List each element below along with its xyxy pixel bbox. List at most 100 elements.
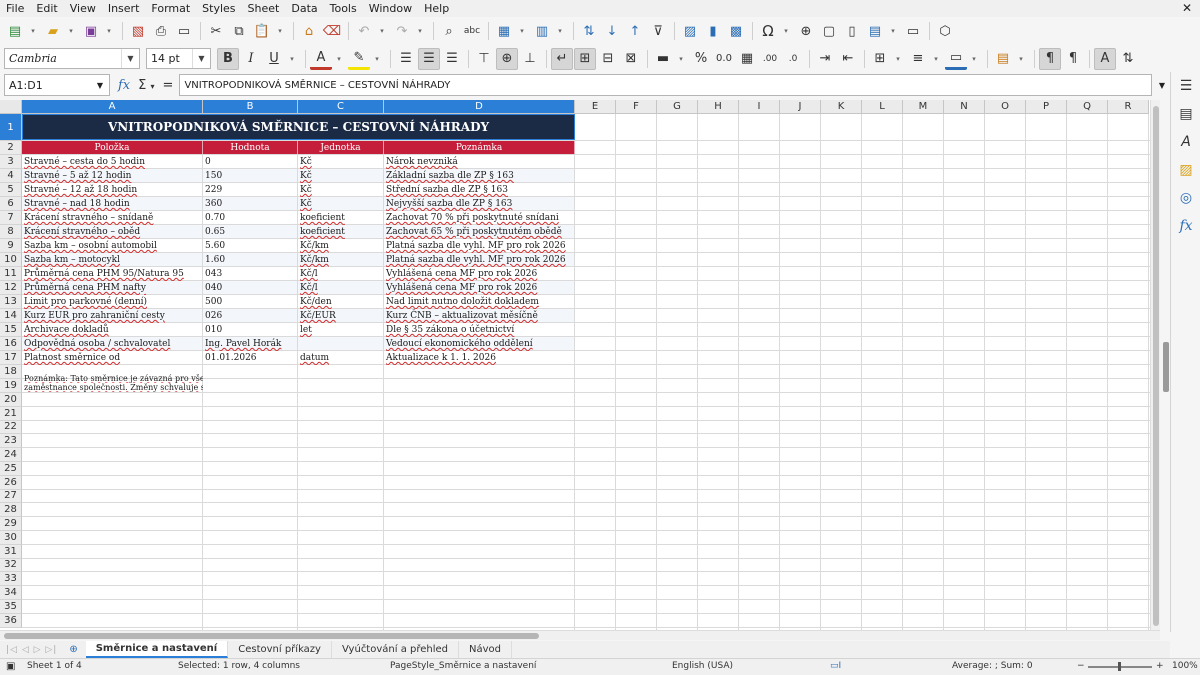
column-header[interactable]: M [903, 100, 944, 114]
font-color-dropdown-icon[interactable]: ▾ [333, 48, 345, 70]
table-cell[interactable]: Průměrná cena PHM 95/Natura 95 [22, 267, 203, 281]
redo-dropdown-icon[interactable]: ▾ [414, 20, 426, 42]
row-header[interactable]: 13 [0, 295, 22, 309]
chevron-down-icon[interactable]: ▼ [192, 49, 210, 68]
table-header-cell[interactable]: Jednotka [298, 141, 384, 154]
table-cell[interactable]: Krácení stravného – snídaně [22, 211, 203, 225]
sheet-tab[interactable]: Cestovní příkazy [228, 641, 332, 658]
menu-file[interactable]: File [0, 0, 30, 17]
row-header[interactable]: 12 [0, 281, 22, 295]
menu-tools[interactable]: Tools [324, 0, 363, 17]
underline-icon[interactable]: U [263, 48, 285, 70]
row-header[interactable]: 28 [0, 503, 22, 518]
table-cell[interactable]: Kč/den [298, 295, 384, 309]
row-header[interactable]: 3 [0, 155, 22, 169]
menu-help[interactable]: Help [418, 0, 455, 17]
table-cell[interactable]: koeficient [298, 225, 384, 239]
functions-icon[interactable]: fx [1171, 212, 1200, 240]
table-cell[interactable]: Nejvyšší sazba dle ZP § 163 [384, 197, 575, 211]
text-vertical-icon[interactable]: A [1094, 47, 1116, 70]
row-icon[interactable]: ▦ [493, 20, 515, 42]
row-header[interactable]: 1 [0, 114, 22, 141]
print-icon[interactable]: ⎙ [150, 20, 172, 42]
table-cell[interactable]: 0.70 [203, 211, 298, 225]
underline-dropdown-icon[interactable]: ▾ [286, 48, 298, 70]
cut-icon[interactable]: ✂ [205, 20, 227, 42]
table-cell[interactable]: Kč/l [298, 281, 384, 295]
table-cell[interactable]: Stravné – cesta do 5 hodin [22, 155, 203, 169]
column-header[interactable]: E [575, 100, 616, 114]
align-middle-icon[interactable]: ⊕ [496, 47, 518, 70]
menu-window[interactable]: Window [363, 0, 418, 17]
menu-styles[interactable]: Styles [196, 0, 241, 17]
sort-ascending-icon[interactable]: ↓ [601, 20, 623, 42]
row-header[interactable]: 14 [0, 309, 22, 323]
row-header[interactable]: 15 [0, 323, 22, 337]
table-cell[interactable]: 150 [203, 169, 298, 183]
column-header[interactable]: H [698, 100, 739, 114]
row-header[interactable]: 9 [0, 239, 22, 253]
vertical-scroll-thumb[interactable] [1153, 106, 1159, 626]
special-character-dropdown-icon[interactable]: ▾ [780, 20, 792, 42]
table-cell[interactable]: Kč/l [298, 267, 384, 281]
table-cell[interactable]: 0.65 [203, 225, 298, 239]
column-header[interactable]: J [780, 100, 821, 114]
table-cell[interactable]: Archivace dokladů [22, 323, 203, 337]
row-header[interactable]: 7 [0, 211, 22, 225]
column-header[interactable]: R [1108, 100, 1149, 114]
table-cell[interactable]: Kč/km [298, 253, 384, 267]
styles-icon[interactable]: A [1171, 128, 1200, 156]
row-header[interactable]: 18 [0, 365, 22, 379]
table-cell[interactable]: Kurz EUR pro zahraniční cesty [22, 309, 203, 323]
table-cell[interactable]: 040 [203, 281, 298, 295]
border-color-dropdown-icon[interactable]: ▾ [968, 48, 980, 70]
hamburger-menu-icon[interactable]: ☰ [1171, 72, 1200, 100]
table-cell[interactable]: Aktualizace k 1. 1. 2026 [384, 351, 575, 365]
table-cell[interactable]: Platná sazba dle vyhl. MF pro rok 2026 [384, 239, 575, 253]
table-cell[interactable]: Kč [298, 169, 384, 183]
table-cell[interactable]: Nad limit nutno doložit dokladem [384, 295, 575, 309]
font-name-combo[interactable]: Cambria ▼ [4, 48, 140, 69]
highlight-color-icon[interactable]: ✎ [348, 48, 370, 70]
undo-icon[interactable]: ↶ [353, 20, 375, 42]
column-header[interactable]: L [862, 100, 903, 114]
currency-dropdown-icon[interactable]: ▾ [675, 48, 687, 70]
text-horizontal-icon[interactable]: ⇅ [1117, 48, 1139, 70]
table-cell[interactable]: let [298, 323, 384, 337]
borders-dropdown-icon[interactable]: ▾ [892, 48, 904, 70]
menu-view[interactable]: View [64, 0, 102, 17]
menu-sheet[interactable]: Sheet [242, 0, 286, 17]
row-header[interactable]: 26 [0, 475, 22, 490]
sort-icon[interactable]: ⇅ [578, 20, 600, 42]
export-pdf-icon[interactable]: ▧ [127, 20, 149, 42]
table-cell[interactable]: 026 [203, 309, 298, 323]
row-header[interactable]: 17 [0, 351, 22, 365]
border-style-icon[interactable]: ≡ [907, 48, 929, 70]
align-left-icon[interactable]: ☰ [395, 48, 417, 70]
column-icon[interactable]: ▥ [531, 20, 553, 42]
row-header[interactable]: 19 [0, 379, 22, 393]
table-cell[interactable]: Kč/km [298, 239, 384, 253]
table-cell[interactable]: 043 [203, 267, 298, 281]
table-cell[interactable]: Stravné – nad 18 hodin [22, 197, 203, 211]
row-header[interactable]: 16 [0, 337, 22, 351]
note-cell-line[interactable]: zaměstnance společnosti. Změny schvaluje… [22, 382, 203, 392]
column-header[interactable]: Q [1067, 100, 1108, 114]
page-style[interactable]: PageStyle_Směrnice a nastavení [390, 661, 536, 671]
table-cell[interactable]: Sazba km – osobní automobil [22, 239, 203, 253]
table-cell[interactable]: Kč [298, 155, 384, 169]
define-print-area-icon[interactable]: ▤ [864, 20, 886, 42]
column-header[interactable]: B [203, 100, 298, 114]
table-header-cell[interactable]: Hodnota [203, 141, 298, 154]
open-folder-icon[interactable]: ▰ [42, 20, 64, 42]
print-area-dropdown-icon[interactable]: ▾ [887, 20, 899, 42]
border-color-icon[interactable]: ▭ [945, 48, 967, 70]
table-cell[interactable]: Sazba km – motocykl [22, 253, 203, 267]
column-header[interactable]: N [944, 100, 985, 114]
find-replace-icon[interactable]: ⌕ [438, 20, 460, 42]
number-format-icon[interactable]: 0.0 [713, 48, 735, 70]
tab-navigation-icons[interactable]: |◁ ◁ ▷ ▷| [6, 645, 57, 655]
close-window-icon[interactable]: ✕ [1182, 1, 1192, 15]
table-cell[interactable]: datum [298, 351, 384, 365]
row-header[interactable]: 11 [0, 267, 22, 281]
